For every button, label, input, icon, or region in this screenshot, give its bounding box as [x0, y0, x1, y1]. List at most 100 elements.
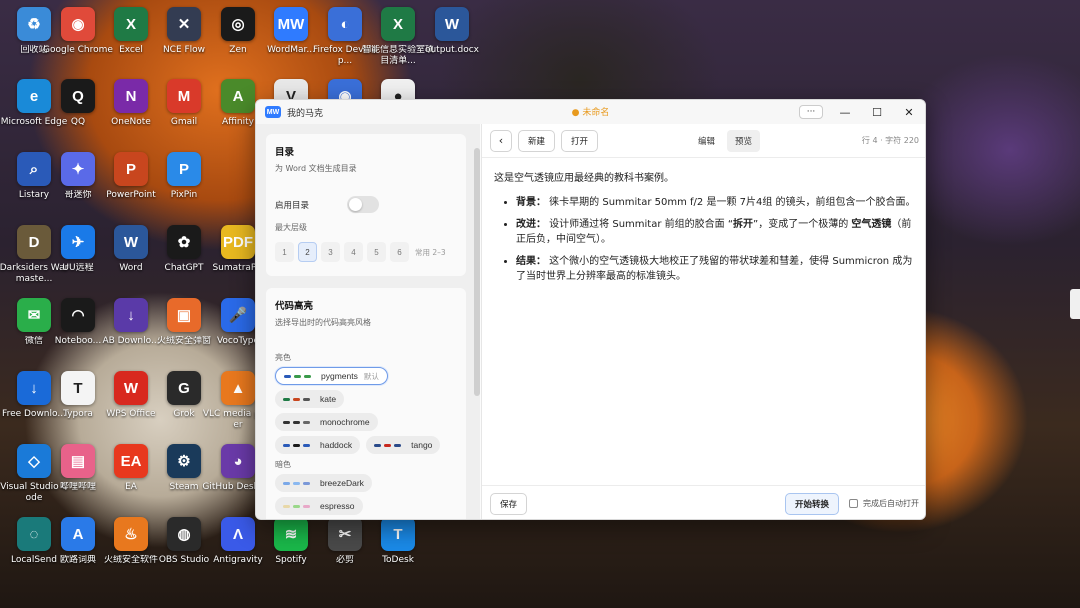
level-option-2[interactable]: 2: [298, 242, 317, 262]
settings-scrollbar[interactable]: [474, 148, 480, 396]
item-label: 背景：: [516, 197, 546, 208]
window-controls: ··· — ☐ ✕: [799, 100, 925, 124]
eudic-icon: A: [61, 517, 95, 551]
obs-studio-icon: ◍: [167, 517, 201, 551]
word-file-icon: W: [435, 7, 469, 41]
level-option-3[interactable]: 3: [321, 242, 340, 262]
excel-file-icon: X: [381, 7, 415, 41]
preview-content: 这是空气透镜应用最经典的教科书案例。 背景： 徕卡早期的 Summitar 50…: [494, 171, 916, 291]
editor-footer: 保存 开始转换 完成后自动打开: [482, 485, 925, 519]
more-options-button[interactable]: ···: [799, 105, 823, 119]
vlc-icon: ▲: [221, 371, 255, 405]
theme-chip-breezedark[interactable]: breezeDark: [275, 474, 372, 492]
theme-chip-pygments[interactable]: pygments 默认: [275, 367, 388, 385]
google-chrome-icon: ◉: [61, 7, 95, 41]
level-option-1[interactable]: 1: [275, 242, 294, 262]
tab-preview[interactable]: 预览: [727, 129, 761, 152]
list-item: 改进： 设计师通过将 Summitar 前组的胶合面 “拆开”，变成了一个极薄的…: [516, 217, 916, 247]
uu-remote-icon: ✈: [61, 225, 95, 259]
start-convert-button[interactable]: 开始转换: [784, 492, 839, 515]
item-text: 徕卡早期的 Summitar 50mm f/2 是一颗 7片4组 的镜头，前组包…: [546, 197, 916, 208]
edge-handle[interactable]: [1070, 289, 1080, 319]
auto-open-label[interactable]: 完成后自动打开: [863, 498, 919, 509]
app-title: 我的马克: [287, 108, 324, 119]
theme-name: espresso: [320, 501, 355, 511]
excel-icon: X: [114, 7, 148, 41]
level-option-5[interactable]: 5: [367, 242, 386, 262]
affinity-icon: A: [221, 79, 255, 113]
back-button[interactable]: ‹: [490, 129, 512, 152]
desktop-shortcut[interactable]: P PixPin: [148, 148, 220, 220]
item-text: 这个微小的空气透镜极大地校正了残留的带状球差和彗差，使得 Summicron 成…: [516, 256, 913, 282]
desktop-shortcut-label: PixPin: [170, 190, 198, 200]
bijian-icon: ✂: [328, 517, 362, 551]
typora-icon: T: [61, 371, 95, 405]
item-text: ”，变成了一个极薄的: [753, 219, 852, 230]
theme-swatch-icon: [284, 374, 314, 378]
ab-download-icon: ↓: [114, 298, 148, 332]
theme-name: breezeDark: [320, 478, 364, 488]
steam-icon: ⚙: [167, 444, 201, 478]
ea-icon: EA: [114, 444, 148, 478]
title-bar[interactable]: MW 我的马克 ● 未命名 ··· — ☐ ✕: [256, 100, 925, 124]
level-note: 常用 2–3: [415, 247, 446, 257]
theme-chip-monochrome[interactable]: monochrome: [275, 413, 378, 431]
list-item: 结果： 这个微小的空气透镜极大地校正了残留的带状球差和彗差，使得 Summicr…: [516, 254, 916, 284]
vocotype-icon: 🎤: [221, 298, 255, 332]
toc-card: 目录 为 Word 文档生成目录 启用目录 最大层级 1 2 3 4 5 6 常用 2–3: [266, 134, 466, 276]
zen-icon: ◎: [221, 7, 255, 41]
enable-toc-row: 启用目录: [275, 196, 457, 213]
maximize-button[interactable]: ☐: [861, 100, 893, 124]
antigravity-icon: Λ: [221, 517, 255, 551]
minimize-button[interactable]: —: [829, 100, 861, 124]
app-logo-icon: MW: [265, 106, 281, 118]
item-bold-text: 空气透镜: [851, 219, 892, 230]
word-icon: W: [114, 225, 148, 259]
level-option-4[interactable]: 4: [344, 242, 363, 262]
app-window: MW 我的马克 ● 未命名 ··· — ☐ ✕ 目录 为 Word 文档生成目录…: [255, 99, 926, 520]
theme-name: haddock: [320, 440, 353, 450]
wordmark-icon: MW: [274, 7, 308, 41]
theme-chip-tango[interactable]: tango: [366, 436, 441, 454]
save-button[interactable]: 保存: [490, 492, 528, 515]
item-bold-text: 拆开: [733, 219, 754, 230]
theme-swatch-icon: [283, 504, 313, 508]
light-themes-label: 亮色: [275, 353, 291, 362]
spotify-icon: ≋: [274, 517, 308, 551]
max-level-selector: 1 2 3 4 5 6 常用 2–3: [275, 242, 457, 262]
github-desktop-icon: ◕: [221, 444, 255, 478]
theme-swatch-icon: [283, 443, 313, 447]
list-item: 背景： 徕卡早期的 Summitar 50mm f/2 是一颗 7片4组 的镜头…: [516, 195, 916, 210]
theme-swatch-icon: [374, 443, 404, 447]
grok-icon: G: [167, 371, 201, 405]
theme-swatch-icon: [283, 397, 313, 401]
desktop-shortcut[interactable]: Woutput.docx: [416, 3, 488, 75]
tab-edit[interactable]: 编辑: [690, 130, 723, 152]
editor-toolbar: ‹ 新建 打开 编辑 预览 行 4 · 字符 220: [482, 124, 925, 158]
open-button[interactable]: 打开: [561, 129, 599, 152]
wps-office-icon: W: [114, 371, 148, 405]
close-button[interactable]: ✕: [893, 100, 925, 124]
theme-chip-haddock[interactable]: haddock: [275, 436, 361, 454]
preview-list: 背景： 徕卡早期的 Summitar 50mm f/2 是一颗 7片4组 的镜头…: [494, 195, 916, 284]
onenote-icon: N: [114, 79, 148, 113]
firefox-developer-icon: ◐: [328, 7, 362, 41]
new-button[interactable]: 新建: [518, 129, 556, 152]
gemini-icon: ✦: [61, 152, 95, 186]
theme-chip-espresso[interactable]: espresso: [275, 497, 363, 515]
qq-icon: Q: [61, 79, 95, 113]
auto-open-checkbox[interactable]: [849, 499, 858, 508]
pixpin-icon: P: [167, 152, 201, 186]
dark-theme-list: breezeDarkespressozenburn: [275, 474, 457, 519]
desktop-shortcut[interactable]: T ToDesk: [362, 513, 434, 585]
theme-swatch-icon: [283, 420, 313, 424]
level-option-6[interactable]: 6: [390, 242, 409, 262]
theme-chip-kate[interactable]: kate: [275, 390, 345, 408]
notebooklm-icon: ◠: [61, 298, 95, 332]
dark-themes-label: 暗色: [275, 460, 291, 469]
light-theme-list: pygments 默认 kate monochrome haddock tango: [275, 367, 457, 459]
chatgpt-icon: ✿: [167, 225, 201, 259]
code-highlight-title: 代码高亮: [275, 301, 314, 312]
enable-toc-toggle[interactable]: [347, 196, 379, 213]
default-tag: 默认: [363, 371, 379, 381]
